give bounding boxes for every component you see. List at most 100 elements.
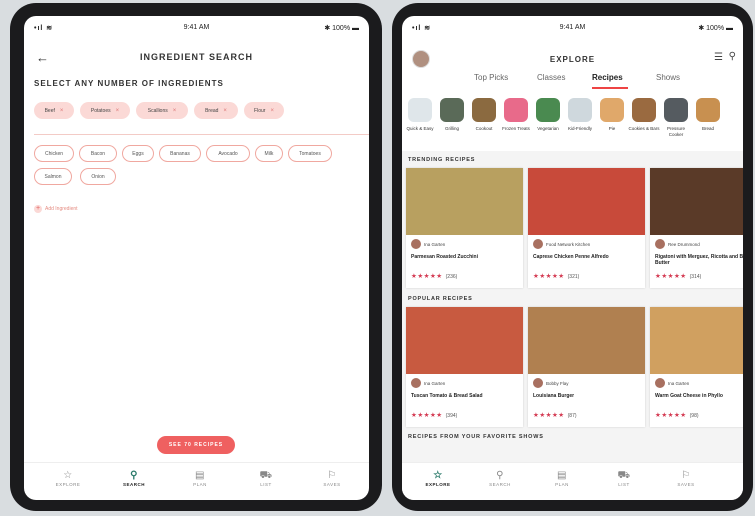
chef-name: Bobby Flay <box>546 380 569 386</box>
selected-chip[interactable]: Flour × <box>244 102 284 119</box>
category-item[interactable]: Kid-Friendly <box>564 98 596 132</box>
chef-avatar <box>411 378 421 388</box>
chef-avatar <box>655 378 665 388</box>
plan-icon: ▤ <box>195 470 205 481</box>
chef-name: Ina Garten <box>424 380 446 386</box>
tab-search[interactable]: ⚲ SEARCH <box>480 469 520 487</box>
recipe-name: Warm Goat Cheese in Phyllo <box>655 393 723 399</box>
add-ingredient-button[interactable]: + Add Ingredient <box>34 205 78 213</box>
rating: ★★★★★ (236) <box>411 272 457 280</box>
ipad-left: •ıl ≋ 9:41 AM ✱ 100% ▬ ← INGREDIENT SEAR… <box>10 3 382 511</box>
tab-search[interactable]: ⚲ SEARCH <box>114 469 154 487</box>
chip-label: Flour <box>254 107 266 114</box>
rating: ★★★★★ (98) <box>655 411 699 419</box>
tab-list[interactable]: ⛟ LIST <box>604 469 644 487</box>
tab-list[interactable]: ⛟ LIST <box>246 469 286 487</box>
category-item[interactable]: Quick & Easy <box>404 98 436 132</box>
category-icon <box>568 98 592 122</box>
ingredient-chip[interactable]: Tomatoes <box>288 145 332 162</box>
tab-top-picks[interactable]: Top Picks <box>474 73 508 82</box>
section-shows-heading: RECIPES FROM YOUR FAVORITE SHOWS <box>408 434 544 440</box>
close-icon[interactable]: × <box>270 108 274 114</box>
recipe-card[interactable]: Ree Drummond Rigatoni with Merguez, Ricot… <box>650 168 743 288</box>
tab-saves[interactable]: ⚐ SAVES <box>666 469 706 487</box>
ingredient-chip[interactable]: Salmon <box>34 168 72 185</box>
selected-chip[interactable]: Beef × <box>34 102 74 119</box>
close-icon[interactable]: × <box>173 108 177 114</box>
recipe-card[interactable]: Ina Garten Parmesan Roasted Zucchini ★★★★★… <box>406 168 523 288</box>
category-item[interactable]: Grilling <box>436 98 468 132</box>
recipe-card[interactable]: Ina Garten Warm Goat Cheese in Phyllo ★★★★… <box>650 307 743 427</box>
see-recipes-button[interactable]: SEE 70 RECIPES <box>157 436 235 454</box>
tab-label: EXPLORE <box>425 482 451 487</box>
recipe-card[interactable]: Ina Garten Tuscan Tomato & Bread Salad ★★★… <box>406 307 523 427</box>
battery-level: ✱ 100% ▬ <box>324 25 359 32</box>
category-icon <box>408 98 432 122</box>
tab-classes[interactable]: Classes <box>537 73 565 82</box>
category-item[interactable]: Vegetarian <box>532 98 564 132</box>
tab-explore[interactable]: ☆ EXPLORE <box>418 469 458 487</box>
chef-name: Ina Garten <box>668 380 690 386</box>
category-icon <box>440 98 464 122</box>
category-item[interactable]: Pressure Cooker <box>660 98 692 138</box>
selected-chip[interactable]: Bread × <box>194 102 238 119</box>
ingredient-chip[interactable]: Chicken <box>34 145 74 162</box>
ingredient-chip[interactable]: Eggs <box>122 145 154 162</box>
tab-label: PLAN <box>555 482 569 487</box>
tab-plan[interactable]: ▤ PLAN <box>542 469 582 487</box>
close-icon[interactable]: × <box>60 108 64 114</box>
category-item[interactable]: Pie <box>596 98 628 132</box>
recipe-card[interactable]: Bobby Flay Louisiana Burger ★★★★★ (87) <box>528 307 645 427</box>
category-label: Pie <box>608 126 616 131</box>
category-icon <box>504 98 528 122</box>
chef-name: Ina Garten <box>424 241 446 247</box>
category-item[interactable]: Cookout <box>468 98 500 132</box>
category-icon <box>472 98 496 122</box>
search-icon[interactable]: ⚲ <box>729 51 736 62</box>
tab-bar: ☆ EXPLORE ⚲ SEARCH ▤ PLAN ⛟ LIST ⚐ SAVES <box>402 462 743 500</box>
category-icon <box>632 98 656 122</box>
selected-chip[interactable]: Potatoes × <box>80 102 130 119</box>
category-label: Frozen Treats <box>502 126 530 131</box>
ingredient-search-screen: •ıl ≋ 9:41 AM ✱ 100% ▬ ← INGREDIENT SEAR… <box>24 16 369 500</box>
page-title: INGREDIENT SEARCH <box>139 52 253 62</box>
selected-chip[interactable]: Scallions × <box>136 102 188 119</box>
tab-plan[interactable]: ▤ PLAN <box>180 469 220 487</box>
rating-stars: ★★★★★ <box>533 412 565 419</box>
plan-icon: ▤ <box>557 470 567 481</box>
ingredient-chip[interactable]: Milk <box>255 145 283 162</box>
chef-row: Ina Garten <box>411 239 445 249</box>
ingredient-chip[interactable]: Bacon <box>79 145 117 162</box>
recipe-name: Rigatoni with Merguez, Ricotta and Brown… <box>655 254 743 266</box>
tab-label: LIST <box>260 482 272 487</box>
recipe-image <box>650 168 743 235</box>
ingredient-chip[interactable]: Bananas <box>159 145 201 162</box>
tab-recipes[interactable]: Recipes <box>592 73 623 82</box>
tab-shows[interactable]: Shows <box>656 73 680 82</box>
recipe-card[interactable]: Food Network Kitchen Caprese Chicken Penn… <box>528 168 645 288</box>
plus-icon: + <box>34 205 42 213</box>
chef-avatar <box>411 239 421 249</box>
category-row: Quick & Easy Grilling Cookout Frozen Treats… <box>402 98 743 154</box>
category-label: Cookies & Bars <box>628 126 660 131</box>
rating-count: (87) <box>567 413 577 419</box>
ingredient-chip[interactable]: Avocado <box>206 145 250 162</box>
category-item[interactable]: Bread <box>692 98 724 132</box>
filter-icon[interactable]: ☰ <box>714 52 723 63</box>
page-title: EXPLORE <box>549 55 596 64</box>
category-item[interactable]: Frozen Treats <box>500 98 532 132</box>
tab-label: SEARCH <box>489 482 511 487</box>
tab-saves[interactable]: ⚐ SAVES <box>312 469 352 487</box>
category-label: Kid-Friendly <box>567 126 592 131</box>
rating: ★★★★★ (321) <box>533 272 579 280</box>
rating: ★★★★★ (314) <box>655 272 701 280</box>
bookmark-icon: ⚐ <box>681 470 691 481</box>
close-icon[interactable]: × <box>223 108 227 114</box>
ingredient-chip[interactable]: Onion <box>80 168 116 185</box>
category-item[interactable]: Cookies & Bars <box>628 98 660 132</box>
chef-row: Ina Garten <box>655 378 689 388</box>
close-icon[interactable]: × <box>116 108 120 114</box>
rating-stars: ★★★★★ <box>655 412 687 419</box>
tab-explore[interactable]: ☆ EXPLORE <box>48 469 88 487</box>
category-icon <box>536 98 560 122</box>
